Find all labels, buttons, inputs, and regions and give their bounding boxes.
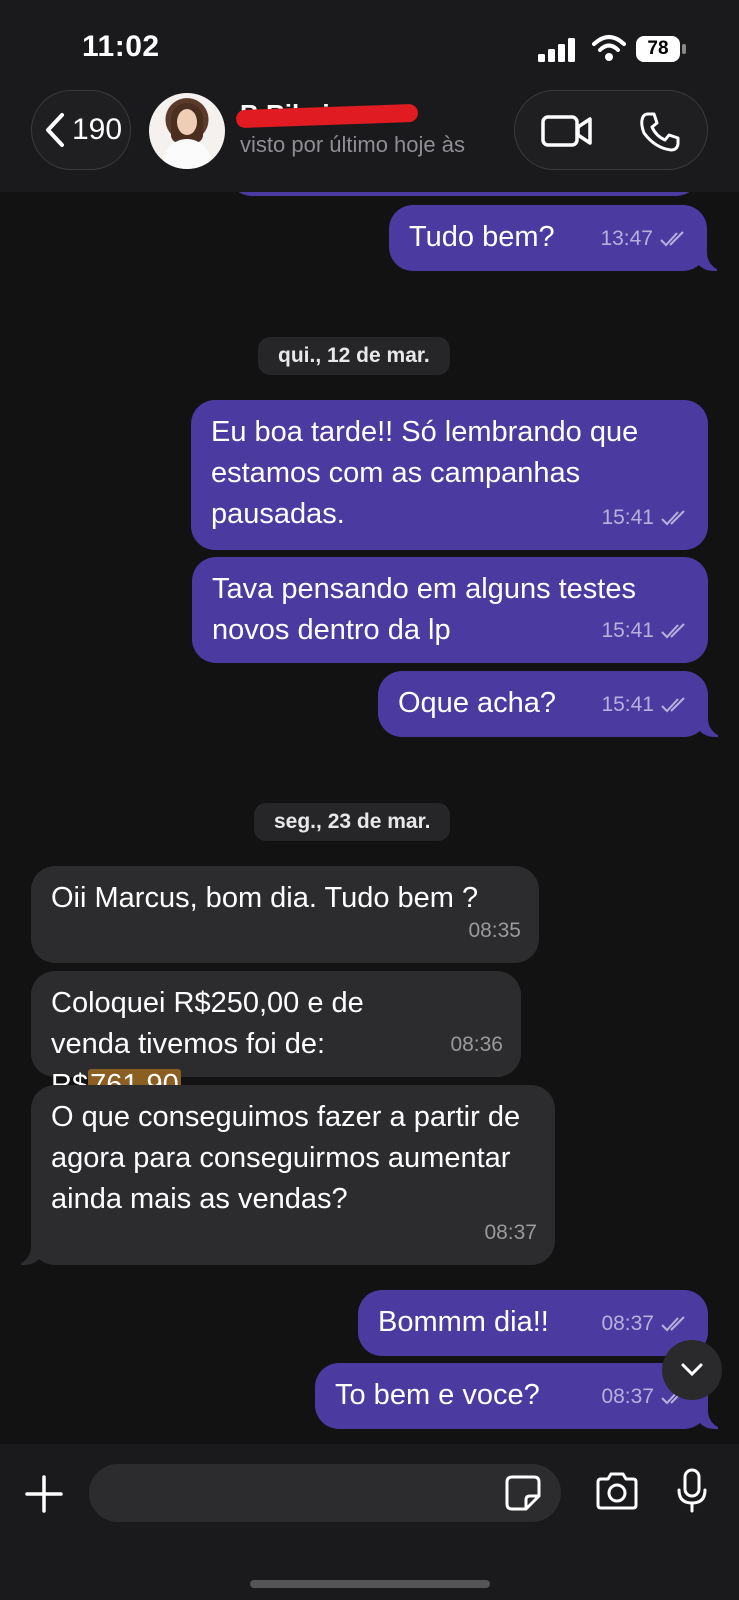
message-text: Oque acha? <box>398 687 557 719</box>
bubble-tail <box>694 1407 730 1429</box>
microphone-icon[interactable] <box>676 1468 708 1514</box>
bubble-tail <box>694 715 730 737</box>
message-time: 08:37 <box>484 1221 537 1244</box>
video-call-icon[interactable] <box>541 113 593 149</box>
chevron-left-icon <box>46 113 64 147</box>
camera-icon[interactable] <box>594 1472 640 1510</box>
message-meta: 13:47 <box>600 218 689 259</box>
message-list[interactable]: Tudo bem? 13:47 qui., 12 de mar. Eu boa … <box>0 0 739 1600</box>
wifi-icon <box>592 35 626 61</box>
message-time: 15:41 <box>601 619 654 642</box>
message-text: To bem e voce? <box>335 1379 540 1411</box>
message-meta: 08:36 <box>450 1024 503 1065</box>
message-time: 08:37 <box>601 1312 654 1335</box>
date-separator: seg., 23 de mar. <box>254 803 451 841</box>
sticker-icon[interactable] <box>504 1474 542 1512</box>
message-meta: 15:41 <box>601 610 690 651</box>
message-bubble[interactable]: Bommm dia!! 08:37 <box>358 1290 708 1356</box>
message-text: O que conseguimos fazer a partir de agor… <box>51 1101 521 1215</box>
message-bubble[interactable]: Tudo bem? 13:47 <box>389 205 729 271</box>
message-bubble[interactable]: Eu boa tarde!! Só lembrando que estamos … <box>191 400 708 550</box>
message-text: Oii Marcus, bom dia. Tudo bem ? <box>51 882 479 914</box>
status-time: 11:02 <box>82 30 160 63</box>
battery-indicator: 78 <box>636 36 686 62</box>
bubble-tail <box>9 1243 45 1265</box>
plus-icon[interactable] <box>24 1474 64 1514</box>
avatar[interactable] <box>149 93 225 169</box>
message-text: Tudo bem? <box>409 221 555 253</box>
read-receipt-icon <box>661 1315 685 1331</box>
home-indicator <box>250 1580 490 1588</box>
message-bubble[interactable]: O que conseguimos fazer a partir de agor… <box>9 1085 555 1265</box>
message-time: 08:37 <box>601 1385 654 1408</box>
message-text: Tava pensando em alguns testes novos den… <box>212 573 636 646</box>
message-bubble[interactable]: To bem e voce? 08:37 <box>315 1363 730 1429</box>
message-input[interactable] <box>89 1464 561 1522</box>
message-bubble[interactable]: Oque acha? 15:41 <box>378 671 730 737</box>
message-meta: 08:37 <box>484 1212 537 1253</box>
message-time: 08:36 <box>450 1033 503 1056</box>
call-actions <box>514 90 708 170</box>
message-bubble[interactable]: Tava pensando em alguns testes novos den… <box>192 557 708 663</box>
message-composer <box>0 1444 739 1600</box>
message-time: 15:41 <box>601 693 654 716</box>
read-receipt-icon <box>661 696 685 712</box>
chat-header: 11:02 78 190 B Ribeiro visto por último … <box>0 0 739 192</box>
phone-call-icon[interactable] <box>639 111 681 153</box>
date-separator: qui., 12 de mar. <box>258 337 450 375</box>
read-receipt-icon <box>661 622 685 638</box>
message-meta: 08:37 <box>601 1303 690 1344</box>
message-meta: 15:41 <box>601 497 690 538</box>
message-bubble[interactable]: Oii Marcus, bom dia. Tudo bem ? 08:35 <box>31 866 539 963</box>
message-time: 08:35 <box>468 919 521 942</box>
bubble-tail <box>693 249 729 271</box>
message-text: Eu boa tarde!! Só lembrando que estamos … <box>211 416 639 530</box>
message-time: 15:41 <box>601 506 654 529</box>
read-receipt-icon <box>661 509 685 525</box>
message-meta: 08:35 <box>468 910 521 951</box>
back-button[interactable]: 190 <box>31 90 131 170</box>
message-time: 13:47 <box>600 227 653 250</box>
message-bubble[interactable]: Coloquei R$250,00 e de venda tivemos foi… <box>31 971 521 1101</box>
signal-icon <box>538 38 575 62</box>
unread-count: 190 <box>72 113 123 146</box>
last-seen-status: visto por último hoje às <box>240 132 465 157</box>
battery-level: 78 <box>647 38 669 59</box>
message-meta: 15:41 <box>601 684 690 725</box>
chevron-down-icon <box>681 1363 703 1377</box>
scroll-to-bottom-button[interactable] <box>662 1340 722 1400</box>
read-receipt-icon <box>660 230 684 246</box>
message-text: Bommm dia!! <box>378 1306 549 1338</box>
